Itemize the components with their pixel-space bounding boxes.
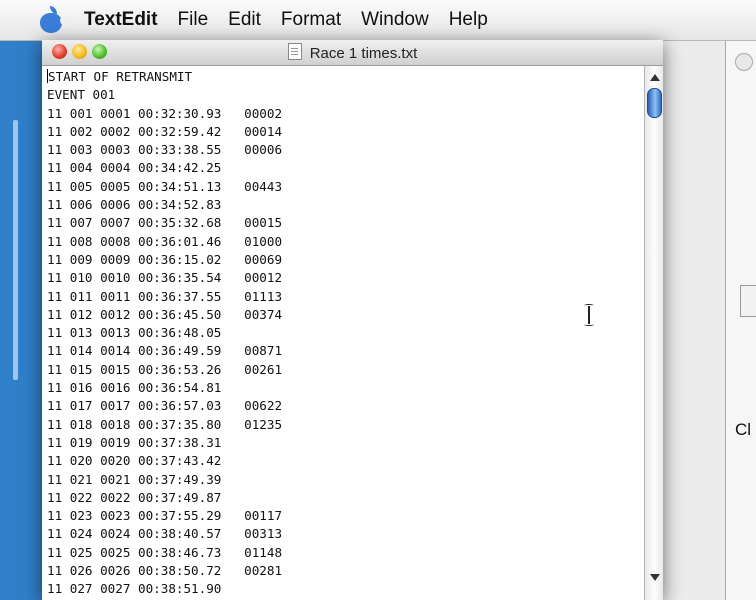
document-text[interactable]: START OF RETRANSMIT EVENT 001 11 001 0001 … — [42, 66, 645, 599]
text-line: 11 014 0014 00:36:49.59 00871 — [47, 343, 283, 359]
text-line: 11 012 0012 00:36:45.50 00374 — [47, 306, 283, 322]
document-icon — [287, 43, 302, 60]
apple-menu-icon[interactable] — [38, 6, 69, 34]
text-caret — [47, 69, 48, 83]
text-line: 11 003 0003 00:33:38.55 00006 — [47, 142, 283, 158]
window-title: Race 1 times.txt — [42, 43, 663, 62]
text-line: 11 007 0007 00:35:32.68 00015 — [47, 215, 283, 231]
text-line: 11 015 0015 00:36:53.26 00261 — [47, 361, 283, 377]
text-line: 11 020 0020 00:37:43.42 — [47, 453, 222, 469]
text-line: 11 004 0004 00:34:42.25 — [47, 160, 222, 176]
menu-app-textedit[interactable]: TextEdit — [74, 9, 168, 31]
text-line: 11 009 0009 00:36:15.02 00069 — [47, 251, 283, 267]
text-line: 11 002 0002 00:32:59.42 00014 — [47, 123, 283, 139]
text-line: 11 017 0017 00:36:57.03 00622 — [47, 398, 283, 414]
text-line: 11 011 0011 00:36:37.55 01113 — [47, 288, 283, 304]
text-line: 11 006 0006 00:34:52.83 — [47, 197, 222, 213]
text-line: 11 005 0005 00:34:51.13 00443 — [47, 178, 283, 194]
text-line: 11 019 0019 00:37:38.31 — [47, 434, 222, 450]
background-window-control[interactable] — [740, 285, 756, 317]
textedit-window: Race 1 times.txt START OF RETRANSMIT EVEN… — [42, 40, 663, 600]
text-line: 11 023 0023 00:37:55.29 00117 — [47, 508, 283, 524]
text-line: 11 008 0008 00:36:01.46 01000 — [47, 233, 283, 249]
background-window-scroll-strip — [13, 120, 18, 380]
title-bar[interactable]: Race 1 times.txt — [42, 40, 663, 66]
text-line: 11 025 0025 00:38:46.73 01148 — [47, 544, 283, 560]
text-line: 11 022 0022 00:37:49.87 — [47, 489, 222, 505]
background-window-edge — [725, 40, 756, 600]
text-line: 11 024 0024 00:38:40.57 00313 — [47, 526, 283, 542]
text-line: 11 026 0026 00:38:50.72 00281 — [47, 563, 283, 579]
menu-help[interactable]: Help — [439, 9, 498, 31]
menu-format[interactable]: Format — [271, 9, 351, 31]
text-area[interactable]: START OF RETRANSMIT EVENT 001 11 001 0001 … — [42, 66, 645, 600]
text-line: 11 016 0016 00:36:54.81 — [47, 380, 222, 396]
vertical-scrollbar[interactable] — [644, 66, 663, 600]
text-line: EVENT 001 — [47, 87, 116, 103]
text-line: 11 001 0001 00:32:30.93 00002 — [47, 105, 283, 121]
window-title-text: Race 1 times.txt — [309, 45, 418, 62]
text-line: 11 027 0027 00:38:51.90 — [47, 581, 222, 597]
text-line: 11 013 0013 00:36:48.05 — [47, 325, 222, 341]
menu-file[interactable]: File — [168, 9, 219, 31]
i-beam-cursor-icon — [584, 304, 594, 326]
menu-window[interactable]: Window — [351, 9, 439, 31]
background-window-button[interactable] — [735, 53, 753, 71]
scroll-up-arrow-icon[interactable] — [650, 74, 660, 81]
text-line: START OF RETRANSMIT — [47, 69, 193, 84]
text-line: 11 018 0018 00:37:35.80 01235 — [47, 416, 283, 432]
menu-edit[interactable]: Edit — [218, 9, 271, 31]
text-line: 11 010 0010 00:36:35.54 00012 — [47, 270, 283, 286]
menu-bar: TextEdit File Edit Format Window Help — [0, 0, 756, 41]
background-window-text: Cl — [735, 420, 752, 439]
text-line: 11 021 0021 00:37:49.39 — [47, 471, 222, 487]
scroll-thumb[interactable] — [647, 88, 662, 118]
scroll-down-arrow-icon[interactable] — [650, 574, 660, 581]
